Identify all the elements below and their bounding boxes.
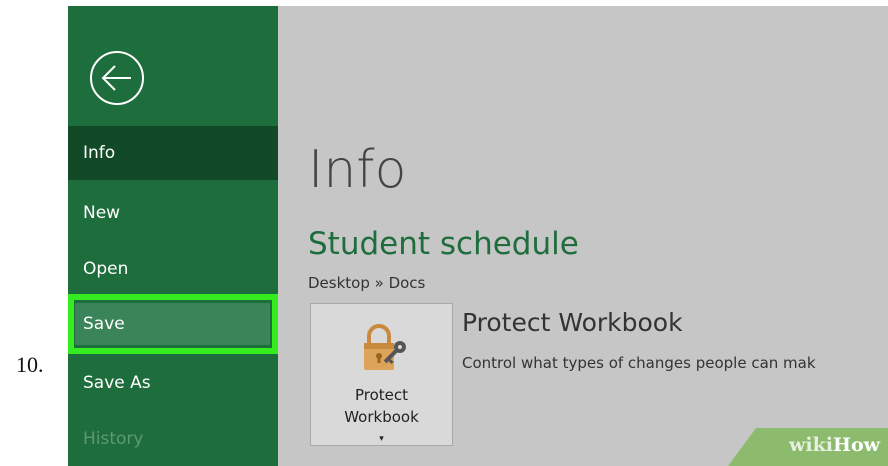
watermark-text: wikiHow (789, 434, 880, 456)
protect-label-text: Workbook (344, 408, 419, 426)
sidebar-item-info[interactable]: Info (68, 126, 278, 180)
sidebar-item-label: Save As (83, 373, 151, 393)
watermark-wiki: wiki (789, 434, 834, 456)
wikihow-watermark: wikiHow (728, 428, 888, 466)
protect-workbook-button[interactable]: Protect Workbook ▾ (310, 303, 453, 446)
dropdown-caret-icon: ▾ (379, 434, 384, 444)
info-pane: Info Student schedule Desktop » Docs Pro… (278, 6, 888, 466)
back-button[interactable] (88, 49, 146, 107)
protect-workbook-label: Protect Workbook ▾ (311, 384, 452, 450)
sidebar-item-label: Info (83, 143, 116, 163)
sidebar-item-label: New (83, 203, 121, 223)
protect-section-title: Protect Workbook (462, 308, 683, 337)
sidebar-item-save[interactable]: Save (68, 297, 278, 351)
back-arrow-icon (90, 51, 144, 105)
lock-key-icon (361, 322, 407, 374)
sidebar-item-label: Save (83, 314, 125, 334)
document-title: Student schedule (308, 226, 579, 262)
sidebar-item-history: History (68, 412, 278, 466)
sidebar-item-open[interactable]: Open (68, 242, 278, 296)
protect-label-line2: Workbook ▾ (311, 406, 452, 450)
excel-backstage-window: Info New Open Save Save As History Info … (68, 6, 888, 466)
step-number: 10. (16, 352, 44, 377)
protect-label-line1: Protect (354, 386, 409, 404)
sidebar-item-new[interactable]: New (68, 186, 278, 240)
protect-section-description: Control what types of changes people can… (462, 354, 816, 372)
sidebar-item-save-as[interactable]: Save As (68, 356, 278, 410)
watermark-how: How (833, 434, 880, 456)
document-path: Desktop » Docs (308, 274, 426, 292)
page-title: Info (308, 140, 407, 200)
sidebar-item-label: History (83, 429, 144, 449)
sidebar-item-label: Open (83, 259, 129, 279)
tutorial-frame: 10. Info New Open Save Save As History I… (0, 0, 888, 466)
backstage-sidebar: Info New Open Save Save As History (68, 6, 278, 466)
